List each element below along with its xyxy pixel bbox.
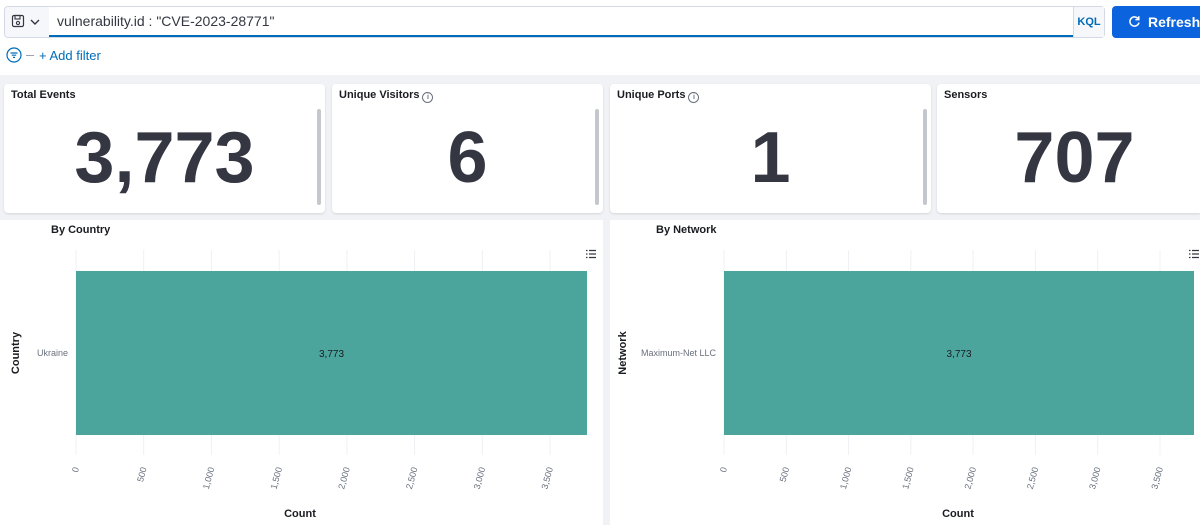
x-tick-label: 500 bbox=[135, 466, 149, 483]
panel-title: Sensors bbox=[944, 89, 988, 101]
x-tick-label: 3,000 bbox=[1087, 466, 1102, 490]
divider bbox=[26, 55, 34, 56]
y-axis-title: Country bbox=[10, 331, 22, 374]
panel-title-text: Unique Ports bbox=[617, 89, 686, 101]
panel-title-text: Unique Visitors bbox=[339, 89, 420, 101]
refresh-label: Refresh bbox=[1148, 14, 1200, 30]
bar-data-label: 3,773 bbox=[946, 349, 971, 360]
info-icon[interactable]: i bbox=[688, 92, 700, 103]
bar-chart-by-network: 3,773 Maximum-Net LLC 0 500 1,000 1,500 2,000 2… bbox=[617, 250, 1194, 520]
x-tick-label: 1,500 bbox=[269, 466, 284, 490]
panel-title: Unique Visitors i bbox=[339, 89, 434, 103]
x-tick-label: 1,000 bbox=[201, 466, 216, 490]
scrollbar[interactable] bbox=[595, 109, 599, 205]
metric-value: 6 bbox=[447, 118, 488, 198]
x-tick-label: 2,000 bbox=[963, 466, 978, 490]
x-tick-label: 0 bbox=[718, 466, 729, 473]
query-language-toggle[interactable]: KQL bbox=[1073, 7, 1104, 37]
refresh-button[interactable]: Refresh bbox=[1112, 6, 1200, 38]
x-tick-label: 1,500 bbox=[900, 466, 915, 490]
chart-panel-by-network: By Network 3,773 Maximum-Net LLC 0 500 1,000… bbox=[610, 220, 1200, 525]
panel-title: Total Events bbox=[11, 89, 76, 101]
query-bar: vulnerability.id : "CVE-2023-28771" KQL … bbox=[0, 0, 1200, 75]
metric-value: 3,773 bbox=[74, 118, 255, 198]
metric-panel-total-events: Total Events 3,773 bbox=[4, 84, 325, 213]
x-tick-label: 2,500 bbox=[1025, 466, 1040, 490]
chevron-down-icon bbox=[30, 19, 40, 25]
x-tick-label: 2,000 bbox=[336, 466, 351, 490]
x-tick-label: 2,500 bbox=[404, 466, 419, 490]
x-tick-label: 500 bbox=[778, 466, 792, 483]
bar-data-label: 3,773 bbox=[319, 349, 344, 360]
scrollbar[interactable] bbox=[317, 109, 321, 205]
y-axis-title: Network bbox=[617, 330, 629, 374]
add-filter-button[interactable]: + Add filter bbox=[39, 48, 101, 63]
category-label: Ukraine bbox=[37, 348, 68, 358]
metric-value: 1 bbox=[750, 118, 791, 198]
chart-panel-by-country: By Country 3,773 Ukraine 0 500 1,000 1,500 2,0… bbox=[0, 220, 603, 525]
x-tick-label: 1,000 bbox=[838, 466, 853, 490]
refresh-icon bbox=[1129, 16, 1140, 27]
metric-value: 707 bbox=[1014, 118, 1135, 198]
panel-title: Unique Ports i bbox=[617, 89, 700, 103]
saved-query-button[interactable] bbox=[5, 7, 50, 37]
metric-panel-unique-ports: Unique Ports i 1 bbox=[610, 84, 931, 213]
save-icon bbox=[11, 14, 25, 28]
query-container: vulnerability.id : "CVE-2023-28771" KQL bbox=[4, 6, 1105, 38]
x-axis-title: Count bbox=[942, 508, 974, 520]
bar-chart-by-country: 3,773 Ukraine 0 500 1,000 1,500 2,000 2,500 3,00… bbox=[10, 250, 587, 520]
filter-menu-icon[interactable] bbox=[6, 47, 22, 63]
x-tick-label: 3,000 bbox=[472, 466, 487, 490]
x-tick-label: 3,500 bbox=[1149, 466, 1164, 490]
x-tick-label: 0 bbox=[70, 466, 81, 473]
x-axis-title: Count bbox=[284, 508, 316, 520]
metric-panel-sensors: Sensors 707 bbox=[937, 84, 1200, 213]
scrollbar[interactable] bbox=[923, 109, 927, 205]
x-tick-label: 3,500 bbox=[539, 466, 554, 490]
metric-panel-unique-visitors: Unique Visitors i 6 bbox=[332, 84, 603, 213]
search-query-input[interactable]: vulnerability.id : "CVE-2023-28771" bbox=[49, 7, 1075, 37]
category-label: Maximum-Net LLC bbox=[641, 348, 717, 358]
info-icon[interactable]: i bbox=[422, 92, 434, 103]
